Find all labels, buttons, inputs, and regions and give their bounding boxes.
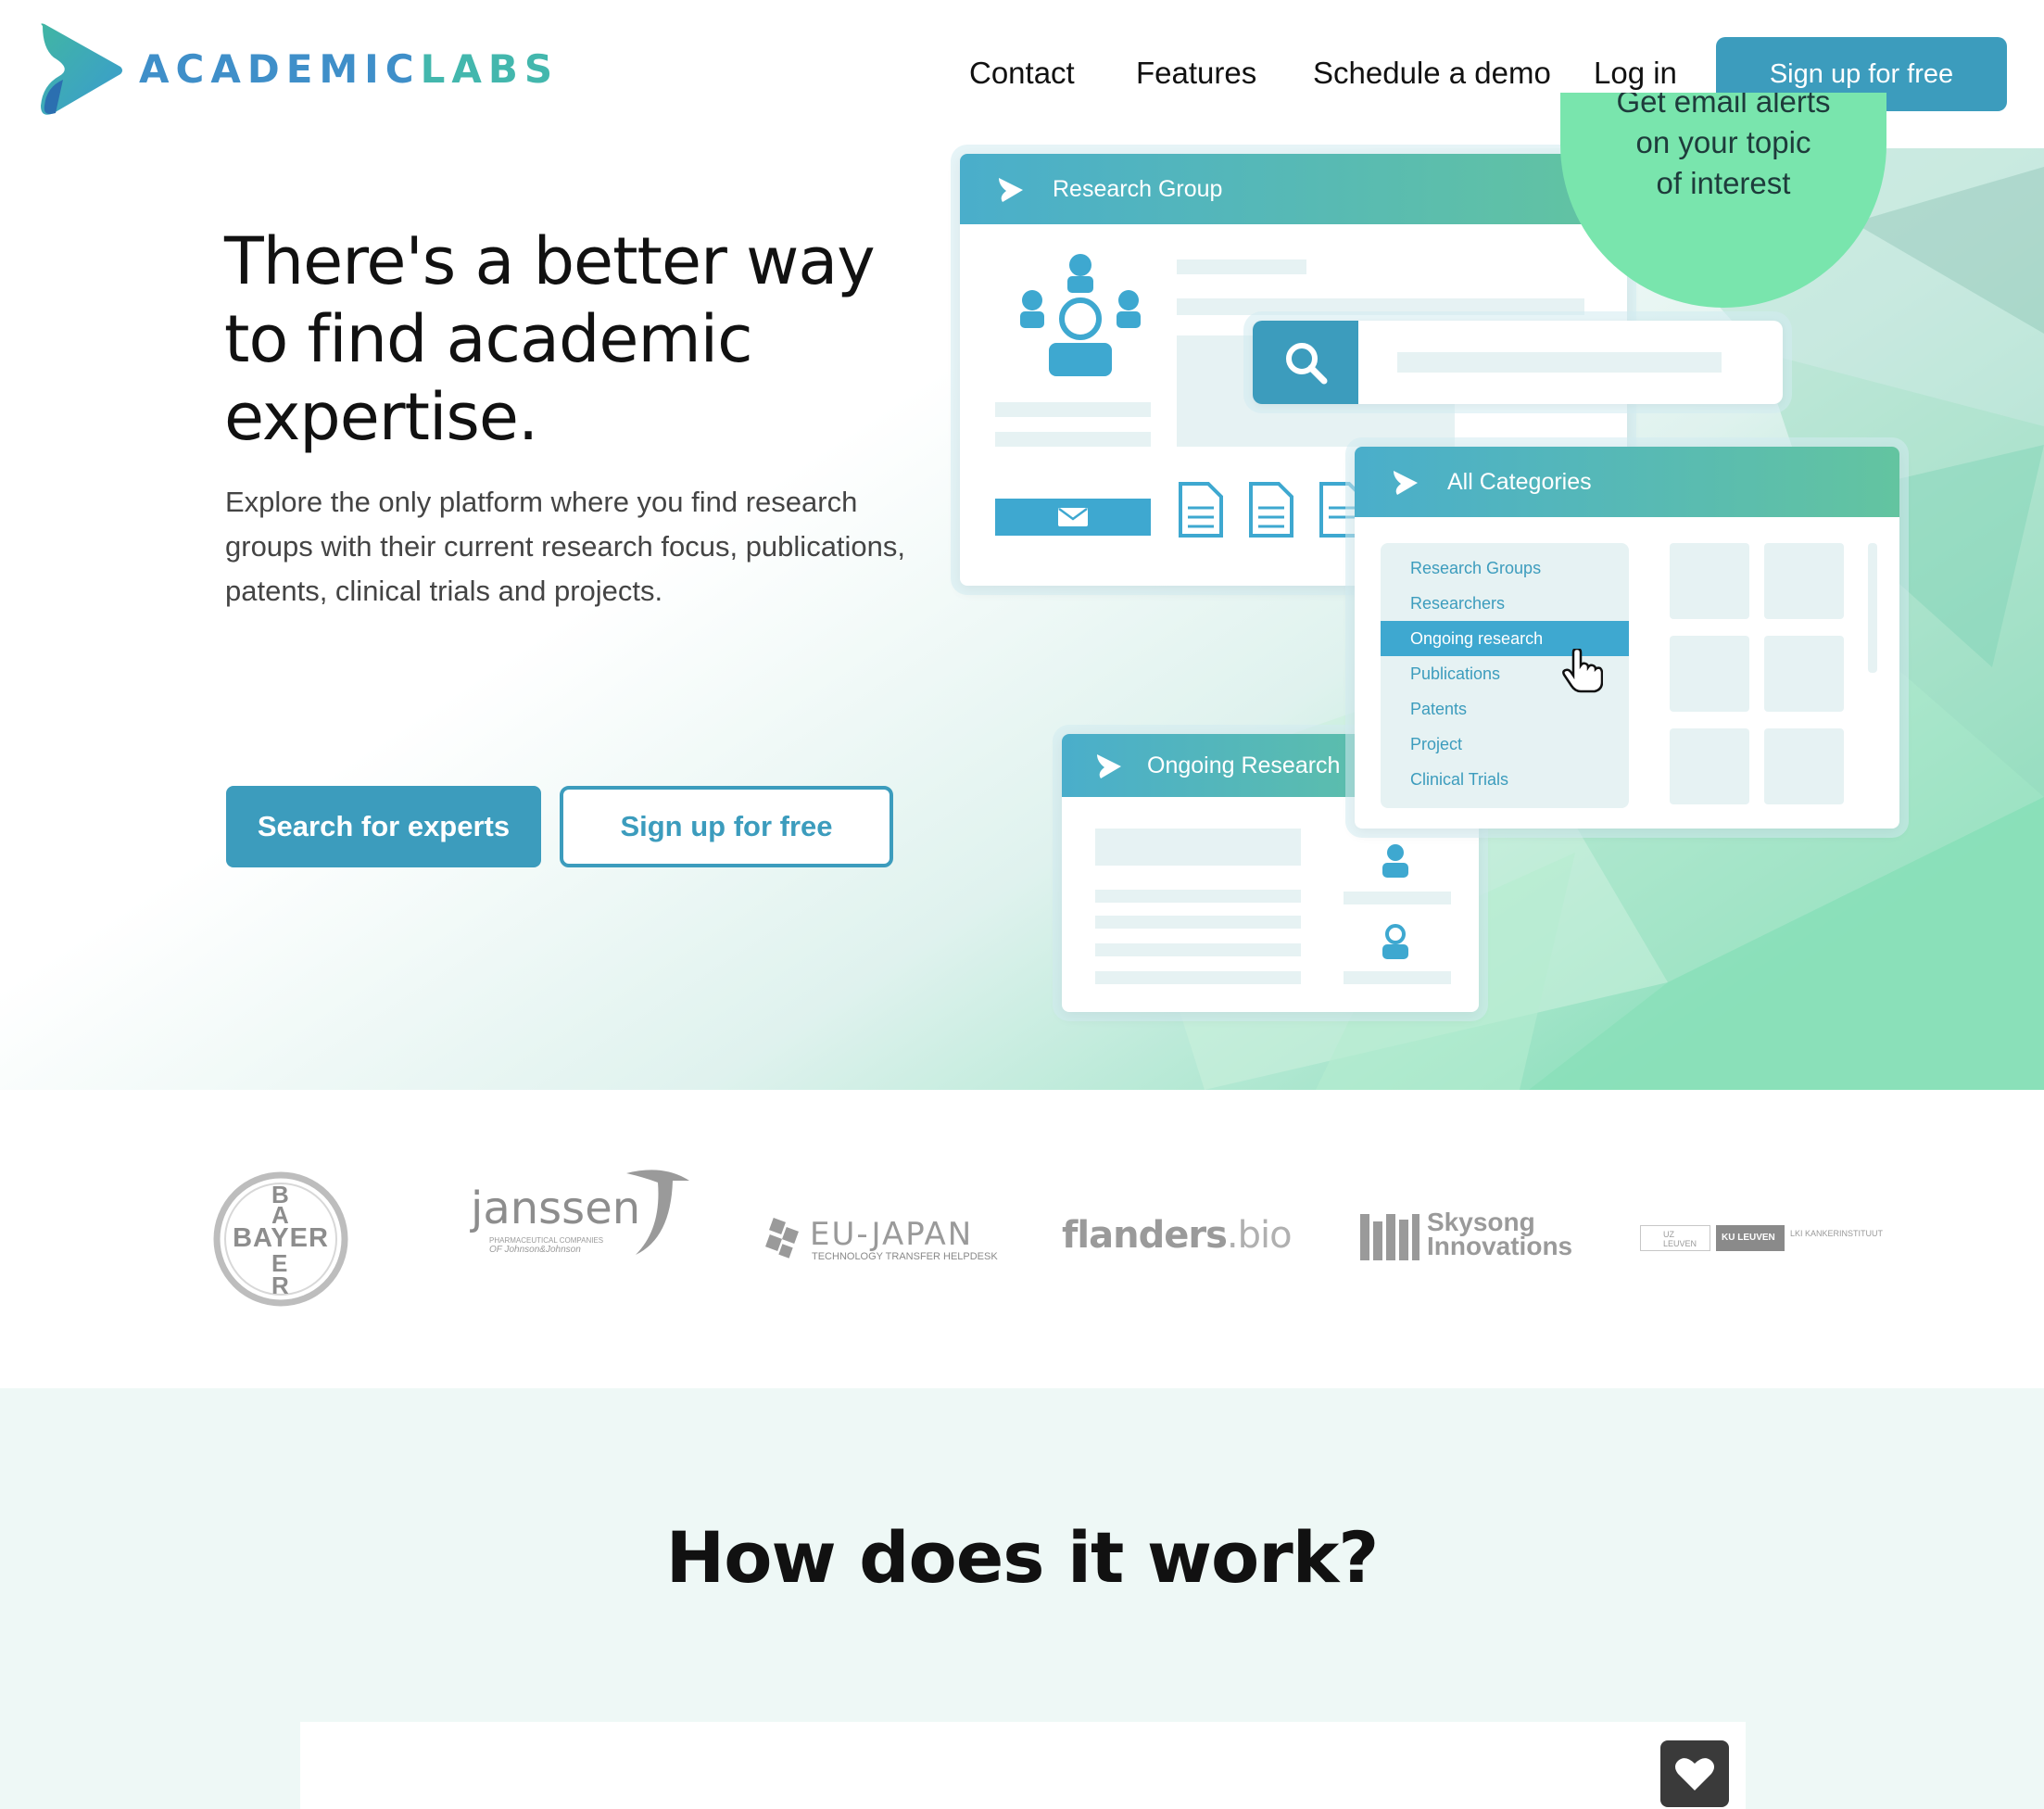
skysong-logo: Skysong Innovations: [1360, 1209, 1583, 1270]
search-experts-button[interactable]: Search for experts: [226, 786, 541, 867]
mail-icon: [1058, 507, 1088, 526]
alert-text-top: Get email alerts: [1616, 93, 1831, 119]
person-icon: [1382, 924, 1408, 959]
mail-button: [995, 499, 1151, 536]
hero-description: Explore the only platform where you find…: [225, 486, 906, 607]
all-categories-card: All Categories Research Groups Researche…: [1355, 447, 1899, 829]
janssen-logo: janssen PHARMACEUTICAL COMPANIES OF John…: [471, 1170, 693, 1294]
all-categories-title: All Categories: [1447, 468, 1592, 495]
page: ACADEMICLABS Contact Features Schedule a…: [0, 0, 2044, 1809]
search-icon: [1286, 343, 1328, 385]
partner-logos: BAYER B A E R janssen PHARMACEUTICAL COM…: [0, 1090, 2044, 1388]
nav-features[interactable]: Features: [1136, 56, 1256, 91]
pointer-hand-icon: [1562, 649, 1603, 693]
alert-text-line2: on your topic: [1635, 125, 1811, 159]
search-icon-box: [1253, 321, 1358, 404]
heart-icon: [1675, 1758, 1714, 1790]
logo-play-icon: [1394, 471, 1418, 495]
leuven-logo: UZ LEUVEN KU LEUVEN LKI KANKERINSTITUUT: [1640, 1225, 1890, 1253]
flanders-bio-logo: flanders.bio: [1062, 1214, 1293, 1257]
category-item[interactable]: Patents: [1381, 691, 1629, 727]
hero-signup-button[interactable]: Sign up for free: [560, 786, 893, 867]
favorite-button[interactable]: [1660, 1740, 1729, 1807]
alert-text-line3: of interest: [1656, 166, 1791, 200]
how-panel: [300, 1722, 1746, 1809]
ongoing-research-title: Ongoing Research: [1147, 752, 1341, 778]
how-section: How does it work?: [0, 1388, 2044, 1809]
nav-schedule-demo[interactable]: Schedule a demo: [1313, 56, 1551, 91]
research-group-header: Research Group: [960, 154, 1627, 224]
nav-contact[interactable]: Contact: [969, 56, 1075, 91]
category-item[interactable]: Project: [1381, 727, 1629, 762]
category-item[interactable]: Researchers: [1381, 586, 1629, 621]
category-item[interactable]: Research Groups: [1381, 550, 1629, 586]
logo-play-icon: [999, 178, 1023, 202]
document-icons: [1179, 482, 1362, 538]
person-icon: [1382, 844, 1408, 878]
hero-title: There's a better way to find academic ex…: [224, 223, 876, 455]
group-icon: [1020, 254, 1141, 376]
how-title: How does it work?: [665, 1516, 1380, 1599]
research-group-title: Research Group: [1053, 175, 1223, 202]
logo-play-icon: [1097, 754, 1121, 778]
category-item[interactable]: Clinical Trials: [1381, 762, 1629, 797]
bayer-logo: BAYER B A E R: [213, 1171, 348, 1307]
eu-japan-logo: EU-JAPAN TECHNOLOGY TRANSFER HELPDESK: [762, 1216, 998, 1271]
illustration-search-box: [1253, 321, 1783, 404]
scrollbar: [1868, 543, 1877, 673]
nav-login[interactable]: Log in: [1594, 56, 1677, 91]
all-categories-header: All Categories: [1355, 447, 1899, 517]
